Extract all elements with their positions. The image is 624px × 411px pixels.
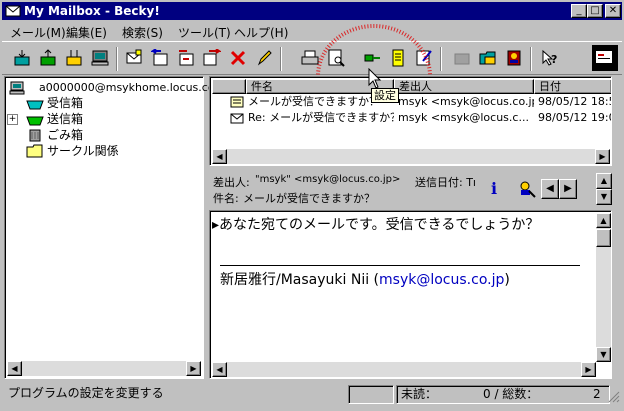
signature-close: ) bbox=[504, 272, 510, 288]
from-value: "msyk" <msyk@locus.co.jp> bbox=[255, 174, 401, 185]
message-header: 差出人: "msyk" <msyk@locus.co.jp> 送信日付: Tı … bbox=[209, 169, 612, 209]
menu-mail[interactable]: メール(M) bbox=[10, 24, 66, 41]
scroll-up-button[interactable]: ▲ bbox=[596, 213, 611, 228]
inbox-label: 受信箱 bbox=[47, 96, 84, 110]
status-counts: 未読： 0 / 総数： 2 bbox=[396, 385, 610, 404]
body-vscrollbar[interactable]: ▲ ▼ bbox=[596, 213, 611, 362]
signature-line: 新居雅行/Masayuki Nii (msyk@locus.co.jp) bbox=[220, 269, 510, 289]
send-icon[interactable] bbox=[36, 46, 60, 70]
scroll-left-button[interactable]: ◀ bbox=[7, 361, 22, 376]
col-icon[interactable] bbox=[212, 79, 246, 94]
outbox-label: 送信箱 bbox=[47, 112, 84, 126]
message-line: ▸あなた宛てのメールです。受信できるでしょうか？ bbox=[212, 217, 540, 233]
trash-icon bbox=[29, 129, 41, 142]
from-label: 差出人: bbox=[213, 176, 250, 189]
signature-divider bbox=[220, 265, 580, 266]
window-title: My Mailbox - Becky! bbox=[24, 4, 160, 18]
row-subject: Re: メールが受信できますか？ bbox=[248, 111, 394, 124]
info-icon[interactable]: i bbox=[491, 179, 505, 198]
status-blank bbox=[348, 385, 394, 404]
resize-grip-icon[interactable] bbox=[608, 391, 620, 403]
header-scroll-down-button[interactable]: ▼ bbox=[596, 189, 612, 205]
header-scroll-up-button[interactable]: ▲ bbox=[596, 173, 612, 189]
toolbar: ? bbox=[2, 24, 622, 128]
inbox-tray-icon bbox=[26, 100, 44, 110]
computer-icon[interactable] bbox=[88, 46, 112, 70]
new-mail-icon[interactable] bbox=[122, 46, 146, 70]
menu-search[interactable]: 検索(S) bbox=[122, 24, 163, 41]
menu-tools[interactable]: ツール(T) bbox=[178, 24, 231, 41]
list-hscrollbar[interactable]: ◀ ▶ bbox=[212, 149, 610, 164]
mail-reply-icon bbox=[230, 113, 244, 124]
list-item[interactable]: メールが受信できますか？ msyk <msyk@locus.co.jp> 98/… bbox=[212, 94, 611, 110]
edit-icon[interactable] bbox=[252, 46, 276, 70]
prev-message-button[interactable]: ◀ bbox=[541, 179, 559, 199]
maximize-button[interactable]: □ bbox=[587, 4, 603, 18]
folder-icon bbox=[26, 144, 43, 158]
app-icon[interactable] bbox=[5, 3, 21, 19]
receive-icon[interactable] bbox=[10, 46, 34, 70]
view-icon[interactable] bbox=[592, 45, 618, 71]
tree-hscrollbar[interactable]: ◀ ▶ bbox=[7, 361, 201, 376]
address-book-icon[interactable] bbox=[502, 46, 526, 70]
unread-label: 未読： bbox=[401, 387, 438, 401]
scroll-right-button[interactable]: ▶ bbox=[595, 149, 610, 164]
folder-icon[interactable] bbox=[476, 46, 500, 70]
tooltip: 設定 bbox=[371, 88, 399, 103]
scroll-right-button[interactable]: ▶ bbox=[186, 361, 201, 376]
send-receive-icon[interactable] bbox=[62, 46, 86, 70]
delete-icon[interactable] bbox=[226, 46, 250, 70]
signature-name: 新居雅行/Masayuki Nii ( bbox=[220, 272, 380, 288]
trash-label: ごみ箱 bbox=[47, 128, 84, 142]
reply-all-icon[interactable] bbox=[174, 46, 198, 70]
list-item[interactable]: Re: メールが受信できますか？ msyk <msyk@locus.c... 9… bbox=[212, 110, 611, 126]
message-list: 件名 差出人 日付 メールが受信できますか？ msyk <msyk@locus.… bbox=[209, 76, 612, 166]
row-from: msyk <msyk@locus.c... bbox=[398, 111, 529, 124]
scroll-left-button[interactable]: ◀ bbox=[212, 149, 227, 164]
status-text: プログラムの設定を変更する bbox=[8, 386, 164, 400]
message-body[interactable]: ▸あなた宛てのメールです。受信できるでしょうか？ 新居雅行/Masayuki N… bbox=[209, 210, 612, 379]
body-hscrollbar[interactable]: ◀ ▶ bbox=[212, 362, 596, 377]
circle-folder-label: サークル関係 bbox=[47, 144, 119, 158]
row-date: 98/05/12 18:57... bbox=[538, 95, 611, 108]
menu-help[interactable]: ヘルプ(H) bbox=[234, 24, 288, 41]
col-date[interactable]: 日付 bbox=[534, 79, 611, 94]
subject-label: 件名: bbox=[213, 192, 239, 205]
forward-icon[interactable] bbox=[200, 46, 224, 70]
total-count: 2 bbox=[593, 387, 601, 401]
reply-icon[interactable] bbox=[148, 46, 172, 70]
next-message-button[interactable]: ▶ bbox=[559, 179, 577, 199]
scroll-left-button[interactable]: ◀ bbox=[212, 362, 227, 377]
row-date: 98/05/12 19:09... bbox=[538, 111, 611, 124]
row-from: msyk <msyk@locus.co.jp> bbox=[398, 95, 534, 108]
svg-text:?: ? bbox=[551, 53, 557, 66]
outbox-tray-icon bbox=[26, 116, 44, 126]
archive-icon[interactable] bbox=[450, 46, 474, 70]
status-bar: プログラムの設定を変更する 未読： 0 / 総数： 2 bbox=[2, 383, 622, 407]
folder-tree: a0000000@msykhome.locus.co.jp 受信箱 + 送信箱 … bbox=[4, 76, 228, 379]
scroll-thumb[interactable] bbox=[596, 229, 611, 247]
minimize-button[interactable]: _ bbox=[571, 4, 587, 18]
counts-text: 0 / 総数： bbox=[483, 387, 539, 401]
search-person-icon[interactable] bbox=[517, 179, 537, 199]
signature-email-link[interactable]: msyk@locus.co.jp bbox=[379, 272, 504, 288]
mail-read-icon bbox=[230, 96, 244, 108]
tree-account[interactable]: a0000000@msykhome.locus.co.jp bbox=[7, 80, 228, 96]
col-from[interactable]: 差出人 bbox=[394, 79, 534, 94]
computer-icon bbox=[9, 81, 25, 95]
account-label: a0000000@msykhome.locus.co.jp bbox=[39, 81, 228, 94]
help-icon[interactable]: ? bbox=[538, 46, 562, 70]
scroll-down-button[interactable]: ▼ bbox=[596, 347, 611, 362]
mouse-cursor-icon bbox=[368, 68, 382, 89]
date-label: 送信日付: Tı bbox=[415, 176, 476, 189]
menu-edit[interactable]: 編集(E) bbox=[66, 24, 107, 41]
close-button[interactable]: ✕ bbox=[605, 4, 621, 18]
scroll-right-button[interactable]: ▶ bbox=[581, 362, 596, 377]
subject-value: メールが受信できますか？ bbox=[243, 192, 375, 205]
expand-icon[interactable]: + bbox=[7, 114, 18, 125]
